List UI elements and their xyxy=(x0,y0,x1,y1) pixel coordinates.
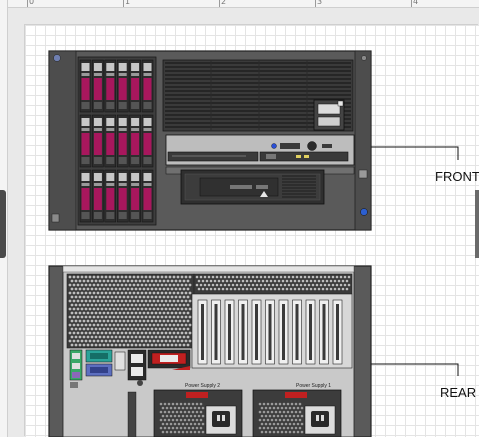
optical-drive xyxy=(167,151,259,162)
server-diagram: Power Supply 2 Power Supply 1 xyxy=(48,50,459,437)
pci-slots xyxy=(197,299,343,365)
front-label: FRONT xyxy=(435,169,479,184)
power-led-icon xyxy=(271,143,277,149)
server-front-view[interactable] xyxy=(48,50,372,231)
rear-callout-line xyxy=(371,363,459,376)
hp-logo-icon xyxy=(53,54,61,62)
power-supply-2-label: Power Supply 2 xyxy=(185,383,220,389)
server-rear-view[interactable]: Power Supply 2 Power Supply 1 xyxy=(48,265,372,437)
front-callout-line xyxy=(371,146,459,160)
power-supply-1-label: Power Supply 1 xyxy=(296,383,331,389)
power-button-icon xyxy=(307,141,317,151)
uid-button-icon xyxy=(360,208,368,216)
power-supply-1[interactable] xyxy=(252,389,342,437)
rear-label: REAR xyxy=(440,385,477,400)
power-supply-2[interactable] xyxy=(153,389,243,437)
